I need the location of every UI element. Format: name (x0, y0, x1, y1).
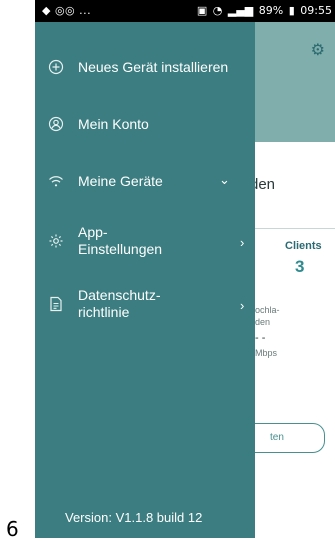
page-number: 6 (6, 517, 19, 541)
chevron-right-icon[interactable]: › (240, 298, 244, 313)
plus-circle-icon (47, 58, 65, 76)
document-icon (47, 295, 65, 313)
signal-icon: ▂▄▆ (227, 4, 254, 17)
status-left: ◆ ◎◎ ... (42, 4, 92, 17)
menu-item-label: Mein Konto (78, 116, 149, 132)
phone-screen: ◆ ◎◎ ... ▣ ◔ ▂▄▆ 89% ▮ 09:55 ⚙ den Clien… (35, 0, 335, 538)
menu-item-account[interactable]: Mein Konto (35, 112, 255, 138)
menu-item-label: Datenschutz- richtlinie (78, 287, 161, 320)
gear-icon[interactable]: ⚙ (311, 40, 325, 60)
menu-item-label: App- Einstellungen (78, 224, 163, 257)
chevron-right-icon[interactable]: › (240, 235, 244, 250)
menu-item-app-settings[interactable]: App- Einstellungen › (35, 222, 255, 260)
clients-label: Clients (285, 240, 322, 252)
chevron-down-icon[interactable]: ⌄ (219, 172, 230, 188)
divider (250, 228, 335, 229)
row-2-text: den (255, 317, 271, 327)
clients-value: 3 (295, 257, 305, 276)
menu-item-label: Meine Geräte (78, 173, 163, 189)
menu-item-label: Neues Gerät installieren (78, 59, 229, 75)
status-right: ▣ ◔ ▂▄▆ 89% ▮ 09:55 (195, 4, 332, 17)
time: 09:55 (300, 4, 332, 17)
version-text: Version: V1.1.8 build 12 (65, 510, 203, 525)
battery-icon: ▮ (288, 4, 295, 17)
speed-unit: Mbps (255, 348, 278, 358)
action-button-label: ten (270, 432, 284, 443)
sim-icon: ▣ (196, 4, 208, 17)
row-1-text: ochla- (255, 305, 280, 315)
dashes: - - (255, 332, 266, 344)
battery-percent: 89% (258, 4, 284, 17)
menu-item-privacy-policy[interactable]: Datenschutz- richtlinie › (35, 285, 255, 323)
wifi-status-icon: ◔ (212, 4, 223, 17)
account-icon (47, 115, 65, 133)
menu-item-new-device[interactable]: Neues Gerät installieren (35, 55, 255, 81)
status-bar: ◆ ◎◎ ... ▣ ◔ ▂▄▆ 89% ▮ 09:55 (35, 0, 335, 22)
menu-item-my-devices[interactable]: Meine Geräte ⌄ (35, 169, 255, 195)
wifi-icon (47, 172, 65, 190)
navigation-drawer: Neues Gerät installieren Mein Konto Mein… (35, 22, 255, 538)
settings-icon (47, 232, 65, 250)
